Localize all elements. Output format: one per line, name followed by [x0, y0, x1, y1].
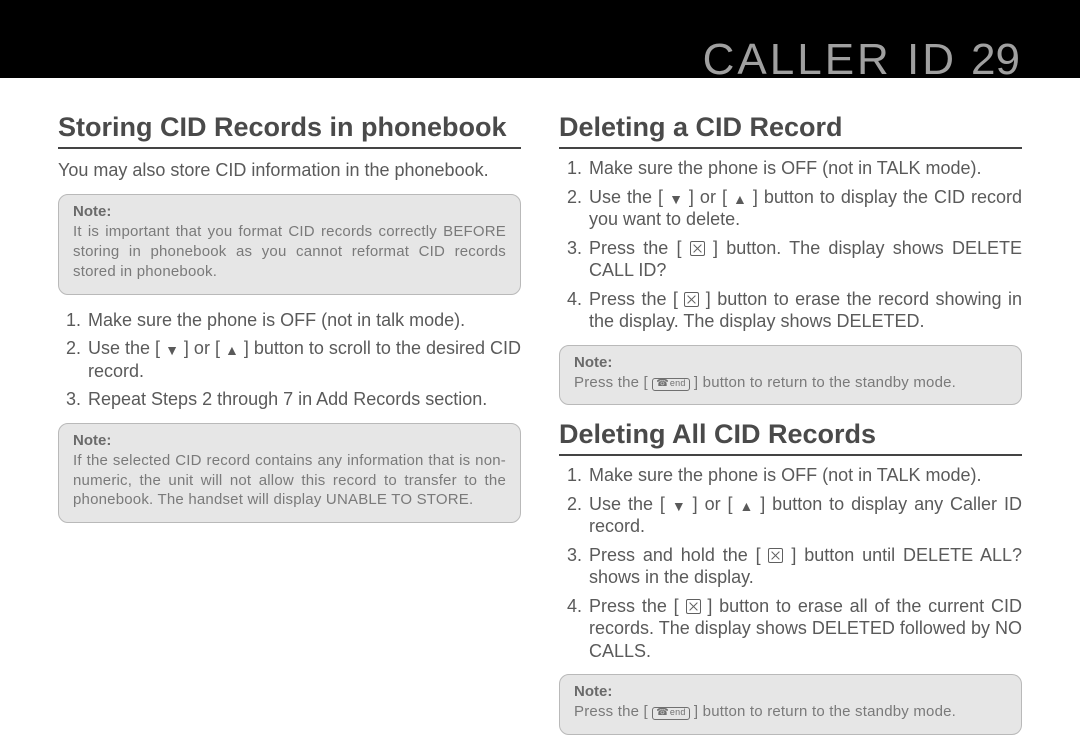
step-item: Press the [ ] button to erase all of the… — [587, 595, 1022, 663]
steps-list-delete-one: Make sure the phone is OFF (not in TALK … — [559, 157, 1022, 333]
delete-icon — [768, 548, 783, 563]
end-button-icon: ☎end — [652, 707, 689, 720]
note-body: Press the [ ☎end ] button to return to t… — [574, 373, 1007, 393]
up-arrow-icon: ▲ — [225, 343, 239, 357]
step-item: Press the [ ] button to erase the record… — [587, 288, 1022, 333]
note-title: Note: — [574, 683, 1007, 700]
section-heading-storing: Storing CID Records in phonebook — [58, 112, 521, 149]
down-arrow-icon: ▼ — [165, 343, 179, 357]
step-item: Use the [ ▼ ] or [ ▲ ] button to display… — [587, 186, 1022, 231]
up-arrow-icon: ▲ — [739, 499, 753, 513]
note-box-format: Note: It is important that you format CI… — [58, 194, 521, 294]
step-item: Make sure the phone is OFF (not in talk … — [86, 309, 521, 332]
note-box-unable: Note: If the selected CID record contain… — [58, 423, 521, 523]
section-heading-delete-all: Deleting All CID Records — [559, 419, 1022, 456]
down-arrow-icon: ▼ — [669, 192, 683, 206]
note-box-return-2: Note: Press the [ ☎end ] button to retur… — [559, 674, 1022, 735]
left-column: Storing CID Records in phonebook You may… — [58, 98, 521, 749]
note-body: If the selected CID record contains any … — [73, 451, 506, 510]
content-columns: Storing CID Records in phonebook You may… — [0, 98, 1080, 749]
note-body: Press the [ ☎end ] button to return to t… — [574, 702, 1007, 722]
header-bar: CALLER ID29 — [0, 0, 1080, 78]
step-item: Make sure the phone is OFF (not in TALK … — [587, 464, 1022, 487]
step-item: Press the [ ] button. The display shows … — [587, 237, 1022, 282]
note-body: It is important that you format CID reco… — [73, 222, 506, 281]
intro-text: You may also store CID information in th… — [58, 159, 521, 182]
note-title: Note: — [574, 354, 1007, 371]
note-title: Note: — [73, 203, 506, 220]
header-title: CALLER ID — [703, 35, 957, 84]
steps-list-delete-all: Make sure the phone is OFF (not in TALK … — [559, 464, 1022, 662]
page-title: CALLER ID 29 — [703, 35, 1020, 85]
step-item: Repeat Steps 2 through 7 in Add Records … — [86, 388, 521, 411]
down-arrow-icon: ▼ — [672, 499, 686, 513]
delete-icon — [684, 292, 699, 307]
note-title: Note: — [73, 432, 506, 449]
step-item: Make sure the phone is OFF (not in TALK … — [587, 157, 1022, 180]
right-column: Deleting a CID Record Make sure the phon… — [559, 98, 1022, 749]
delete-icon — [686, 599, 701, 614]
step-item: Use the [ ▼ ] or [ ▲ ] button to display… — [587, 493, 1022, 538]
delete-icon — [690, 241, 705, 256]
steps-list-storing: Make sure the phone is OFF (not in talk … — [58, 309, 521, 411]
page-number: 29 — [971, 35, 1020, 84]
end-button-icon: ☎end — [652, 378, 689, 391]
up-arrow-icon: ▲ — [733, 192, 747, 206]
step-item: Use the [ ▼ ] or [ ▲ ] button to scroll … — [86, 337, 521, 382]
section-heading-delete-one: Deleting a CID Record — [559, 112, 1022, 149]
note-box-return-1: Note: Press the [ ☎end ] button to retur… — [559, 345, 1022, 406]
step-item: Press and hold the [ ] button until DELE… — [587, 544, 1022, 589]
